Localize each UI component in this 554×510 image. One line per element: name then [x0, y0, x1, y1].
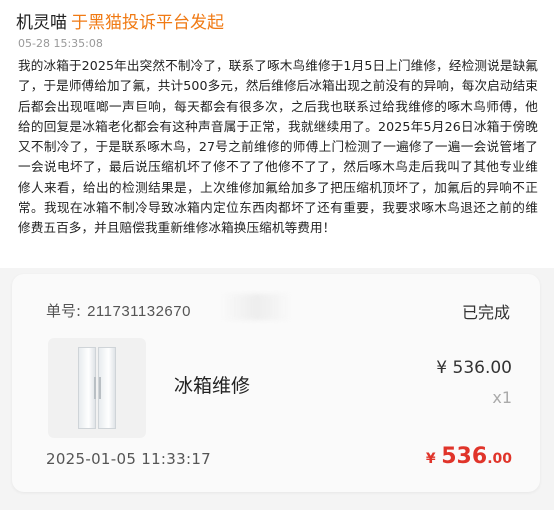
total-decimal: .00 — [487, 451, 512, 467]
quantity: x1 — [492, 388, 512, 407]
product-thumbnail[interactable] — [48, 338, 146, 438]
post-header: 机灵喵 于黑猫投诉平台发起 — [16, 8, 224, 36]
product-name[interactable]: 冰箱维修 — [174, 371, 250, 398]
complaint-text: 我的冰箱于2025年出突然不制冷了，联系了啄木鸟维修于1月5日上门维修，经检测说… — [18, 58, 538, 236]
total-currency: ¥ — [425, 451, 436, 467]
order-number-value: 211731132670 — [87, 303, 191, 320]
total-integer: 536 — [441, 444, 488, 469]
refrigerator-icon — [78, 347, 116, 429]
complaint-source-link[interactable]: 于黑猫投诉平台发起 — [71, 8, 224, 33]
redaction-blur — [222, 294, 292, 320]
order-status: 已完成 — [461, 303, 510, 322]
order-total: ¥ 536.00 — [426, 444, 512, 469]
post-timestamp: 05-28 15:35:08 — [18, 37, 103, 50]
unit-price: ¥ 536.00 — [436, 358, 512, 378]
order-card[interactable]: 单号: 211731132670 已完成 冰箱维修 ¥ 536.00 x1 202… — [12, 274, 540, 492]
author-name[interactable]: 机灵喵 — [16, 8, 67, 33]
order-number-label: 单号: — [46, 302, 82, 320]
order-number-row: 单号: 211731132670 — [46, 300, 191, 321]
order-section: 单号: 211731132670 已完成 冰箱维修 ¥ 536.00 x1 202… — [0, 268, 554, 510]
complaint-post: 机灵喵 于黑猫投诉平台发起 05-28 15:35:08 我的冰箱于2025年出… — [0, 0, 554, 268]
order-date: 2025-01-05 11:33:17 — [46, 450, 212, 468]
